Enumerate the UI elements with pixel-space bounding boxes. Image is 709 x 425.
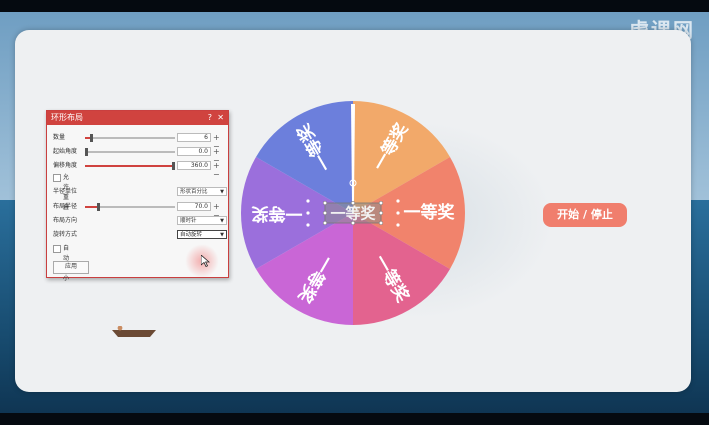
resize-handle[interactable] bbox=[378, 220, 384, 226]
top-letterbox bbox=[0, 0, 709, 12]
radius-input[interactable]: 70.0 bbox=[177, 202, 211, 211]
resize-handle[interactable] bbox=[350, 220, 356, 226]
autosize-checkbox[interactable] bbox=[53, 245, 61, 253]
chevron-down-icon: ▼ bbox=[220, 189, 224, 195]
count-slider[interactable] bbox=[85, 134, 175, 142]
chevron-down-icon: ▼ bbox=[220, 218, 224, 224]
resize-handle[interactable] bbox=[322, 220, 328, 226]
offset-angle-stepper[interactable]: + − bbox=[213, 161, 220, 179]
selection-dot bbox=[396, 223, 400, 227]
selection-dot bbox=[306, 199, 310, 203]
apply-button[interactable]: 应用 bbox=[53, 261, 89, 274]
start-angle-input[interactable]: 0.0 bbox=[177, 147, 211, 156]
radius-unit-label: 半径单位 bbox=[53, 188, 78, 195]
chevron-down-icon: ▼ bbox=[220, 232, 224, 238]
count-input[interactable]: 6 bbox=[177, 133, 211, 142]
resize-handle[interactable] bbox=[350, 200, 356, 206]
selection-dot bbox=[396, 199, 400, 203]
start-stop-button[interactable]: 开始 / 停止 bbox=[543, 203, 627, 227]
mouse-cursor-icon bbox=[201, 255, 210, 267]
direction-select[interactable]: 顺时针 ▼ bbox=[177, 216, 227, 225]
resize-handle[interactable] bbox=[322, 200, 328, 206]
start-angle-slider-knob[interactable] bbox=[85, 148, 88, 156]
boat-illustration bbox=[112, 326, 156, 337]
help-icon[interactable]: ? bbox=[208, 111, 212, 125]
dialog-title: 环形布局 bbox=[51, 113, 83, 122]
radius-label: 布局半径 bbox=[53, 203, 78, 210]
wheel-segment-label: 一等奖 bbox=[404, 202, 456, 223]
prize-wheel[interactable]: 一等奖一等奖一等奖一等奖一等奖一等奖一等奖 bbox=[240, 100, 466, 326]
dialog-titlebar: 环形布局 ? ✕ bbox=[47, 111, 228, 125]
radius-slider[interactable] bbox=[85, 203, 175, 211]
count-slider-knob[interactable] bbox=[90, 134, 94, 142]
offset-angle-slider-knob[interactable] bbox=[172, 162, 175, 170]
radius-slider-knob[interactable] bbox=[97, 203, 101, 211]
direction-label: 布局方向 bbox=[53, 217, 78, 224]
radius-unit-select[interactable]: 形状百分比 ▼ bbox=[177, 187, 227, 196]
selection-dot bbox=[396, 211, 400, 215]
wheel-segment-label: 一等奖 bbox=[251, 203, 303, 224]
offset-angle-input[interactable]: 360.0 bbox=[177, 161, 211, 170]
resize-handle[interactable] bbox=[322, 210, 328, 216]
offset-angle-slider[interactable] bbox=[85, 162, 175, 170]
center-label: 一等奖 bbox=[330, 205, 376, 223]
offset-angle-label: 偏移角度 bbox=[53, 162, 78, 169]
resize-handle[interactable] bbox=[378, 200, 384, 206]
radius-slider-fill bbox=[85, 206, 98, 208]
overlap-checkbox[interactable] bbox=[53, 174, 61, 182]
resize-handle[interactable] bbox=[378, 210, 384, 216]
rotate-select[interactable]: 自动旋转 ▼ bbox=[177, 230, 227, 239]
bottom-letterbox bbox=[0, 413, 709, 425]
offset-angle-slider-fill bbox=[85, 165, 175, 167]
rotate-label: 旋转方式 bbox=[53, 231, 78, 238]
count-label: 数量 bbox=[53, 134, 66, 141]
start-angle-label: 起始角度 bbox=[53, 148, 78, 155]
start-angle-slider[interactable] bbox=[85, 148, 175, 156]
selection-dot bbox=[306, 211, 310, 215]
close-icon[interactable]: ✕ bbox=[217, 111, 224, 125]
selection-dot bbox=[306, 223, 310, 227]
